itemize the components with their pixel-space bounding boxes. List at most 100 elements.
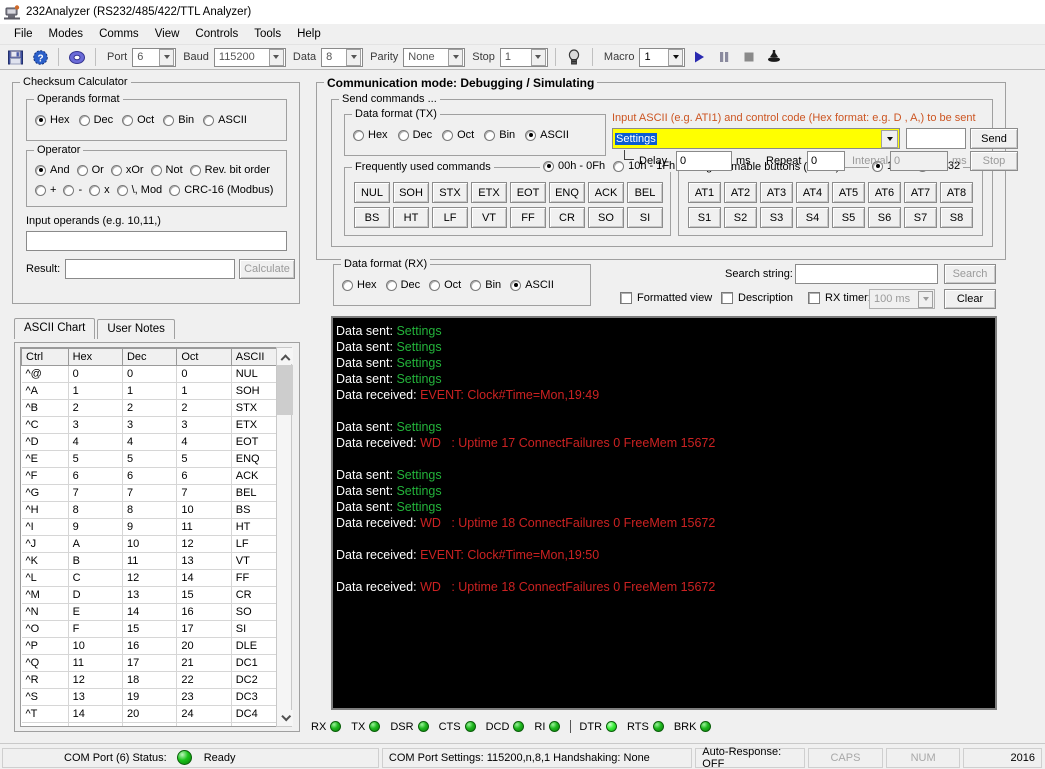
chevron-down-icon[interactable] [159,48,175,66]
tx-format-ascii-radio[interactable]: ASCII [525,129,569,141]
signal-dtr-led[interactable] [606,721,618,732]
stop-icon[interactable] [738,46,760,68]
programmable-button-at4[interactable]: AT4 [796,182,829,203]
menu-controls[interactable]: Controls [187,26,246,42]
frequent-range-00-0f-radio[interactable]: 00h - 0Fh [543,160,605,172]
signal-rts-led[interactable] [652,721,664,732]
col-dec[interactable]: Dec [121,348,178,366]
frequent-command-button-si[interactable]: SI [627,207,663,228]
stop-bits-combo[interactable]: 1 [499,47,548,67]
operator-multiply-radio[interactable]: x [89,184,110,196]
col-oct[interactable]: Oct [176,348,232,366]
operands-format-ascii-radio[interactable]: ASCII [203,114,247,126]
table-row[interactable]: ^T 14 20 24 DC4 [21,705,281,723]
rx-format-hex-radio[interactable]: Hex [342,279,377,291]
rx-format-oct-radio[interactable]: Oct [429,279,461,291]
rx-format-bin-radio[interactable]: Bin [470,279,501,291]
frequent-command-button-eot[interactable]: EOT [510,182,546,203]
operator-minus-radio[interactable]: - [63,184,82,196]
operator-crc16-radio[interactable]: CRC-16 (Modbus) [169,184,273,196]
operator-not-radio[interactable]: Not [150,164,183,176]
programmable-button-s6[interactable]: S6 [868,207,901,228]
table-row[interactable]: ^F 6 6 6 ACK [21,467,281,485]
port-combo[interactable]: 6 [132,47,177,67]
frequent-command-button-enq[interactable]: ENQ [549,182,585,203]
bulb-icon[interactable] [563,46,585,68]
table-row[interactable]: ^@ 0 0 0 NUL [21,365,281,383]
signal-brk[interactable]: BRK [674,721,712,733]
menu-file[interactable]: File [6,26,41,42]
table-row[interactable]: ^E 5 5 5 ENQ [21,450,281,468]
scrollbar-thumb[interactable] [277,365,293,415]
console-output[interactable]: Data sent: Settings Data sent: Settings Da… [331,316,997,710]
table-row[interactable]: ^O F 15 17 SI [21,620,281,638]
frequent-command-button-ff[interactable]: FF [510,207,546,228]
interval-field[interactable]: 0 [890,151,948,171]
scroll-up-icon[interactable] [277,348,293,364]
frequent-command-button-soh[interactable]: SOH [393,182,429,203]
input-operands-field[interactable] [26,231,287,251]
signal-rts[interactable]: RTS [627,721,664,733]
frequent-command-button-cr[interactable]: CR [549,207,585,228]
table-row[interactable]: ^D 4 4 4 EOT [21,433,281,451]
col-ctrl[interactable]: Ctrl [21,348,69,366]
chevron-down-icon[interactable] [881,129,898,148]
programmable-button-s8[interactable]: S8 [940,207,973,228]
table-row[interactable]: ^I 9 9 11 HT [21,518,281,536]
frequent-command-button-bs[interactable]: BS [354,207,390,228]
baud-combo[interactable]: 115200 [213,47,286,67]
operator-and-radio[interactable]: And [35,164,70,176]
frequent-command-button-ht[interactable]: HT [393,207,429,228]
programmable-button-at3[interactable]: AT3 [760,182,793,203]
operands-format-dec-radio[interactable]: Dec [78,114,113,126]
search-button[interactable]: Search [944,264,996,284]
rx-timer-combo[interactable]: 100 ms [869,289,935,309]
result-field[interactable] [65,259,235,279]
programmable-button-at8[interactable]: AT8 [940,182,973,203]
chevron-down-icon[interactable] [530,48,546,66]
programmable-button-s3[interactable]: S3 [760,207,793,228]
ascii-chart-table-container[interactable]: Ctrl Hex Dec Oct ASCII ^@ 0 0 0 NUL ^A 1 1 1 SOH ^… [20,347,282,727]
scroll-down-icon[interactable] [277,710,293,726]
programmable-button-s4[interactable]: S4 [796,207,829,228]
table-row[interactable]: ^G 7 7 7 BEL [21,484,281,502]
table-row[interactable]: ^L C 12 14 FF [21,569,281,587]
frequent-command-button-etx[interactable]: ETX [471,182,507,203]
frequent-command-button-nul[interactable]: NUL [354,182,390,203]
operands-format-bin-radio[interactable]: Bin [163,114,194,126]
tab-ascii-chart[interactable]: ASCII Chart [14,318,96,339]
operator-xor-radio[interactable]: xOr [110,164,144,176]
operator-or-radio[interactable]: Or [76,164,104,176]
description-checkbox[interactable]: Description [721,292,793,304]
formatted-view-checkbox[interactable]: Formatted view [620,292,712,304]
programmable-button-at2[interactable]: AT2 [724,182,757,203]
programmable-button-at6[interactable]: AT6 [868,182,901,203]
help-icon[interactable]: ? [29,46,51,68]
tx-format-dec-radio[interactable]: Dec [397,129,432,141]
save-icon[interactable] [4,46,26,68]
table-row[interactable]: ^R 12 18 22 DC2 [21,671,281,689]
frequent-command-button-so[interactable]: SO [588,207,624,228]
frequent-command-button-vt[interactable]: VT [471,207,507,228]
tx-format-oct-radio[interactable]: Oct [442,129,474,141]
table-row[interactable]: ^P 10 16 20 DLE [21,637,281,655]
record-icon[interactable] [763,46,785,68]
frequent-command-button-bel[interactable]: BEL [627,182,663,203]
table-row[interactable]: ^K B 11 13 VT [21,552,281,570]
operator-plus-radio[interactable]: + [35,184,56,196]
macro-combo[interactable]: 1 [639,47,686,67]
programmable-button-s2[interactable]: S2 [724,207,757,228]
rx-format-dec-radio[interactable]: Dec [385,279,420,291]
signal-dtr[interactable]: DTR [579,721,618,733]
stop-send-button[interactable]: Stop [970,151,1018,171]
programmable-button-s7[interactable]: S7 [904,207,937,228]
table-row[interactable]: ^M D 13 15 CR [21,586,281,604]
table-row[interactable]: ^S 13 19 23 DC3 [21,688,281,706]
menu-tools[interactable]: Tools [246,26,289,42]
programmable-button-at5[interactable]: AT5 [832,182,865,203]
operands-format-hex-radio[interactable]: Hex [35,114,70,126]
programmable-button-at7[interactable]: AT7 [904,182,937,203]
search-input[interactable] [795,264,938,284]
operator-mod-radio[interactable]: \, Mod [116,184,162,196]
frequent-command-button-ack[interactable]: ACK [588,182,624,203]
